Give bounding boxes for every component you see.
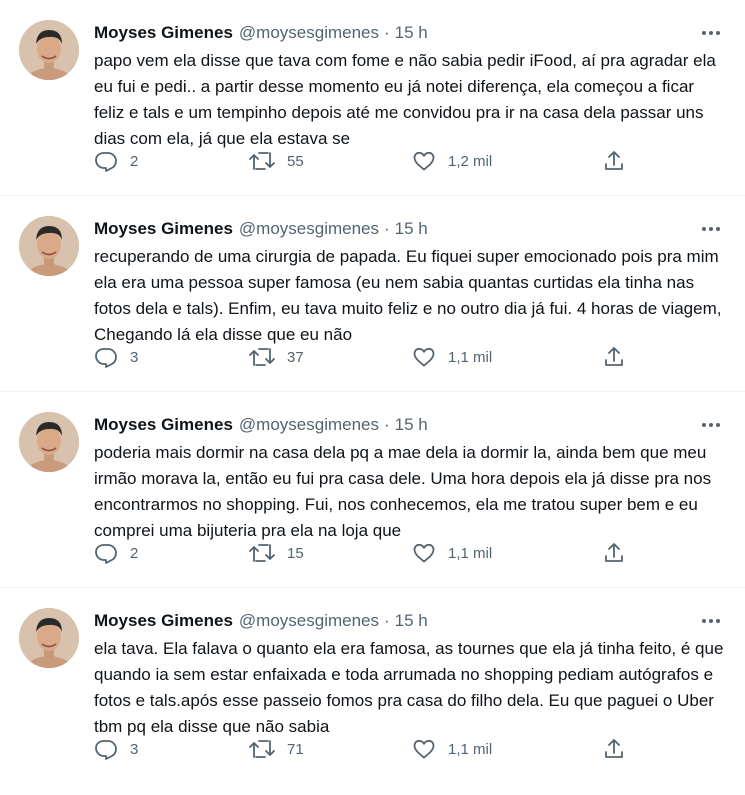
like-button[interactable]: 1,1 mil	[412, 538, 492, 568]
like-count: 1,1 mil	[448, 740, 493, 758]
tweet-header: Moyses Gimenes @moysesgimenes · 15 h	[94, 216, 724, 242]
reply-count: 2	[130, 152, 139, 170]
timeline: Moyses Gimenes @moysesgimenes · 15 h pap…	[0, 0, 745, 784]
tweet-header: Moyses Gimenes @moysesgimenes · 15 h	[94, 20, 724, 46]
tweet-header: Moyses Gimenes @moysesgimenes · 15 h	[94, 608, 724, 634]
tweet-header: Moyses Gimenes @moysesgimenes · 15 h	[94, 412, 724, 438]
like-button[interactable]: 1,2 mil	[412, 146, 492, 176]
timestamp[interactable]: 15 h	[395, 219, 428, 239]
separator-dot: ·	[384, 219, 390, 238]
share-icon	[605, 543, 623, 562]
tweet-text: papo vem ela disse que tava com fome e n…	[94, 51, 716, 148]
reply-button[interactable]: 2	[94, 538, 138, 568]
retweet-button[interactable]: 55	[249, 146, 304, 176]
retweet-button[interactable]: 15	[249, 538, 304, 568]
share-button[interactable]	[602, 146, 626, 176]
separator-dot: ·	[384, 23, 390, 42]
reply-count: 3	[130, 740, 139, 758]
retweet-count: 71	[287, 740, 304, 758]
tweet-content: Moyses Gimenes @moysesgimenes · 15 h pap…	[94, 20, 724, 152]
avatar[interactable]	[19, 20, 79, 80]
tweet[interactable]: Moyses Gimenes @moysesgimenes · 15 h rec…	[0, 196, 745, 392]
retweet-count: 55	[287, 152, 304, 170]
retweet-count: 15	[287, 544, 304, 562]
reply-icon	[95, 152, 117, 172]
share-button[interactable]	[602, 538, 626, 568]
avatar[interactable]	[19, 608, 79, 668]
tweet-content: Moyses Gimenes @moysesgimenes · 15 h pod…	[94, 412, 724, 544]
reply-icon	[95, 740, 117, 760]
retweet-button[interactable]: 37	[249, 342, 304, 372]
reply-button[interactable]: 2	[94, 146, 138, 176]
share-icon	[605, 347, 623, 366]
separator-dot: ·	[384, 611, 390, 630]
like-icon	[413, 739, 435, 759]
more-horizontal-icon[interactable]	[698, 412, 724, 438]
author-name[interactable]: Moyses Gimenes	[94, 23, 233, 43]
timestamp[interactable]: 15 h	[395, 611, 428, 631]
tweet-actions: 2 15 1,1 mil	[94, 538, 634, 568]
reply-icon	[95, 544, 117, 564]
more-horizontal-icon[interactable]	[698, 608, 724, 634]
tweet-text: ela tava. Ela falava o quanto ela era fa…	[94, 639, 724, 736]
separator-dot: ·	[384, 415, 390, 434]
like-button[interactable]: 1,1 mil	[412, 342, 492, 372]
more-horizontal-icon[interactable]	[698, 216, 724, 242]
reply-icon	[95, 348, 117, 368]
like-count: 1,1 mil	[448, 348, 493, 366]
timestamp[interactable]: 15 h	[395, 23, 428, 43]
reply-count: 2	[130, 544, 139, 562]
tweet-text: recuperando de uma cirurgia de papada. E…	[94, 247, 722, 344]
avatar[interactable]	[19, 216, 79, 276]
timestamp[interactable]: 15 h	[395, 415, 428, 435]
like-icon	[413, 151, 435, 171]
like-count: 1,1 mil	[448, 544, 493, 562]
tweet-content: Moyses Gimenes @moysesgimenes · 15 h ela…	[94, 608, 724, 740]
reply-button[interactable]: 3	[94, 342, 138, 372]
author-handle[interactable]: @moysesgimenes	[239, 415, 379, 435]
share-icon	[605, 151, 623, 170]
tweet[interactable]: Moyses Gimenes @moysesgimenes · 15 h pap…	[0, 0, 745, 196]
reply-button[interactable]: 3	[94, 734, 138, 764]
avatar[interactable]	[19, 412, 79, 472]
author-name[interactable]: Moyses Gimenes	[94, 611, 233, 631]
tweet-actions: 2 55 1,2 mil	[94, 146, 634, 176]
more-horizontal-icon[interactable]	[698, 20, 724, 46]
share-button[interactable]	[602, 734, 626, 764]
tweet-text: poderia mais dormir na casa dela pq a ma…	[94, 443, 712, 540]
author-handle[interactable]: @moysesgimenes	[239, 219, 379, 239]
share-button[interactable]	[602, 342, 626, 372]
tweet-actions: 3 71 1,1 mil	[94, 734, 634, 764]
author-handle[interactable]: @moysesgimenes	[239, 611, 379, 631]
author-handle[interactable]: @moysesgimenes	[239, 23, 379, 43]
like-count: 1,2 mil	[448, 152, 493, 170]
retweet-count: 37	[287, 348, 304, 366]
retweet-icon	[249, 740, 275, 758]
retweet-icon	[249, 152, 275, 170]
like-button[interactable]: 1,1 mil	[412, 734, 492, 764]
author-name[interactable]: Moyses Gimenes	[94, 415, 233, 435]
share-icon	[605, 739, 623, 758]
tweet-content: Moyses Gimenes @moysesgimenes · 15 h rec…	[94, 216, 724, 348]
tweet-actions: 3 37 1,1 mil	[94, 342, 634, 372]
reply-count: 3	[130, 348, 139, 366]
tweet[interactable]: Moyses Gimenes @moysesgimenes · 15 h ela…	[0, 588, 745, 784]
tweet[interactable]: Moyses Gimenes @moysesgimenes · 15 h pod…	[0, 392, 745, 588]
author-name[interactable]: Moyses Gimenes	[94, 219, 233, 239]
retweet-icon	[249, 544, 275, 562]
retweet-icon	[249, 348, 275, 366]
like-icon	[413, 543, 435, 563]
retweet-button[interactable]: 71	[249, 734, 304, 764]
like-icon	[413, 347, 435, 367]
